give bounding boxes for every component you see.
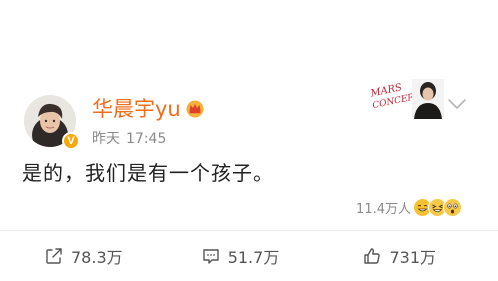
share-button[interactable]: 78.3万 [0,231,175,281]
crown-vip-icon[interactable] [184,98,206,118]
action-bar: 78.3万 51.7万 731万 [0,231,498,281]
post-text: 是的，我们是有一个孩子。 [22,161,274,185]
post-time: 昨天 17:45 [92,128,172,148]
like-count: 731万 [389,248,437,267]
username[interactable]: 华晨宇yu [92,93,181,123]
thumbs-up-icon [364,248,381,264]
reaction-count: 11.4万人 [356,201,411,217]
avatar[interactable]: V [24,95,80,150]
chevron-down-icon[interactable] [446,96,468,112]
weibo-post: V 华晨宇yu 昨天 17:45 MARS CONCERT 是的，我们是有一个孩子… [0,0,498,281]
post-clock: 17:45 [126,131,167,147]
share-count: 78.3万 [71,248,123,267]
comment-button[interactable]: 51.7万 [175,231,306,281]
fan-card-badge[interactable]: MARS CONCERT [368,75,446,121]
like-button[interactable]: 731万 [305,231,498,281]
username-row: 华晨宇yu [92,95,206,121]
comment-icon [202,249,219,264]
shocked-emoji-icon [443,197,462,217]
verified-badge-icon: V [62,132,80,150]
comment-count: 51.7万 [227,248,280,267]
post-date: 昨天 [92,131,120,147]
share-icon [46,248,62,264]
reaction-summary[interactable]: 11.4万人 [356,196,462,218]
